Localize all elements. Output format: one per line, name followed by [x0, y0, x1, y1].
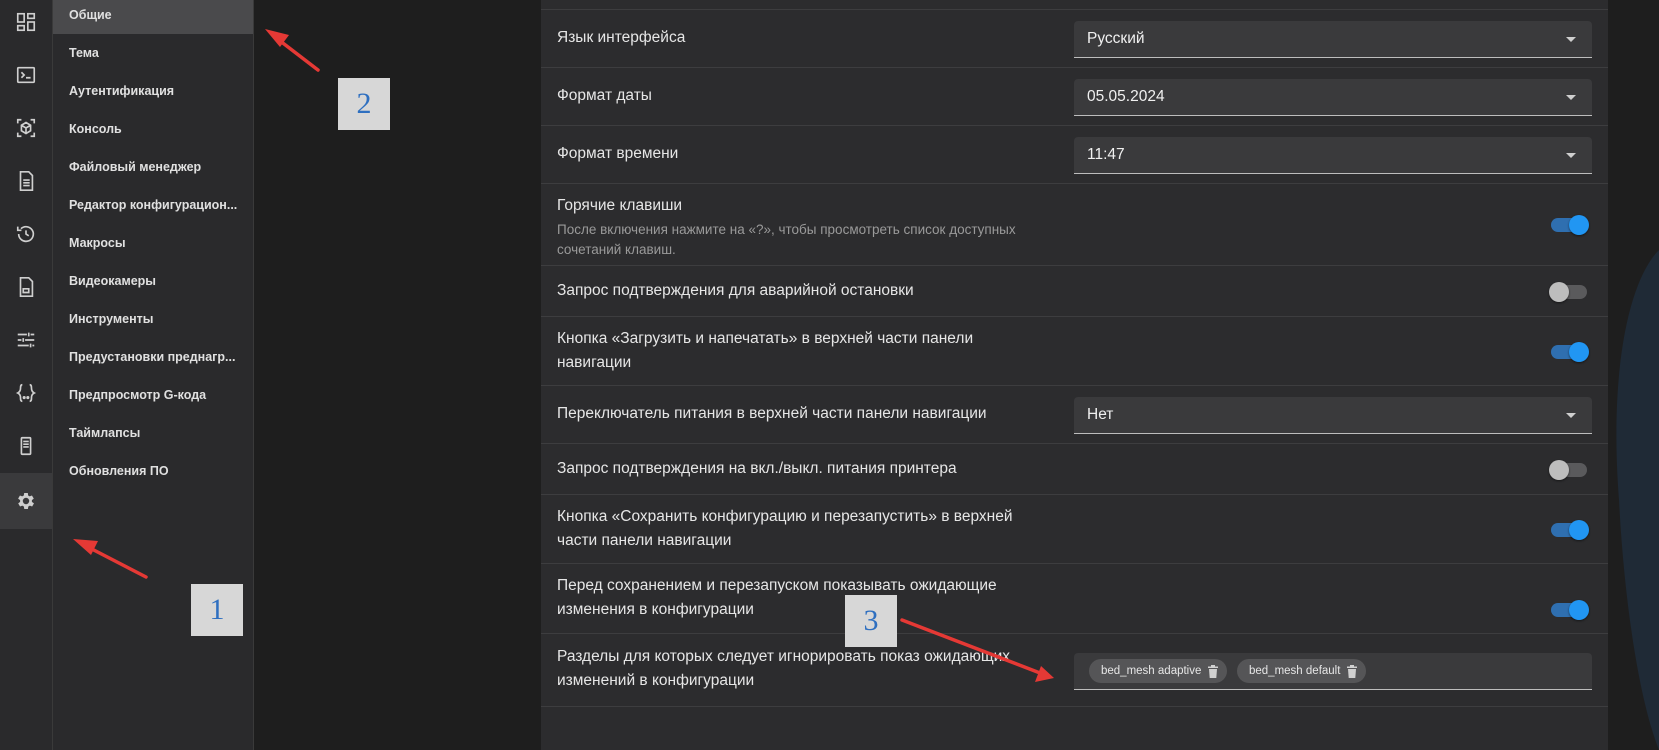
subnav-item-gcode-viewer[interactable]: Предпросмотр G-кода	[53, 376, 253, 414]
ignore-sections-input[interactable]: bed_mesh adaptive bed_mesh default	[1074, 653, 1592, 690]
trash-icon[interactable]	[1207, 664, 1219, 678]
settings-row-power-confirm: Запрос подтверждения на вкл./выкл. питан…	[541, 444, 1608, 495]
general-settings-panel: Язык интерфейса Русский Формат даты 05.0…	[541, 0, 1608, 750]
subnav-item-label: Видеокамеры	[69, 274, 156, 288]
settings-row-pending-changes: Перед сохранением и перезапуском показыв…	[541, 564, 1608, 634]
subnav-item-file-manager[interactable]: Файловый менеджер	[53, 148, 253, 186]
power-switch-select[interactable]: Нет	[1074, 397, 1592, 434]
cube-icon[interactable]	[0, 100, 52, 156]
gear-icon[interactable]	[0, 473, 52, 529]
row-label: Горячие клавиши	[557, 197, 683, 214]
chip-label: bed_mesh default	[1249, 665, 1341, 677]
date-format-select[interactable]: 05.05.2024	[1074, 79, 1592, 116]
language-select[interactable]: Русский	[1074, 21, 1592, 58]
row-label: Запрос подтверждения для аварийной остан…	[557, 282, 914, 299]
select-value: Русский	[1087, 30, 1145, 47]
sliders-icon[interactable]	[0, 312, 52, 368]
settings-row-hotkeys: Горячие клавиши После включения нажмите …	[541, 184, 1608, 266]
save-restart-toggle[interactable]	[1549, 518, 1589, 542]
subnav-item-general[interactable]: Общие	[53, 0, 253, 34]
subnav-item-label: Общие	[69, 8, 112, 22]
settings-row-upload-print: Кнопка «Загрузить и напечатать» в верхне…	[541, 317, 1608, 386]
subnav-item-theme[interactable]: Тема	[53, 34, 253, 72]
subnav-item-label: Макросы	[69, 236, 126, 250]
select-value: Нет	[1087, 406, 1114, 423]
row-label: Разделы для которых следует игнорировать…	[557, 648, 1011, 689]
braces-icon[interactable]	[0, 365, 52, 421]
row-label: Формат даты	[557, 87, 652, 104]
background-decoration	[1616, 250, 1659, 750]
subnav-item-timelapse[interactable]: Таймлапсы	[53, 414, 253, 452]
settings-row-time-format: Формат времени 11:47	[541, 126, 1608, 184]
row-label: Запрос подтверждения на вкл./выкл. питан…	[557, 460, 957, 477]
subnav-item-presets[interactable]: Предустановки преднагр...	[53, 338, 253, 376]
annotation-marker-2: 2	[338, 78, 390, 130]
subnav-item-console[interactable]: Консоль	[53, 110, 253, 148]
time-format-select[interactable]: 11:47	[1074, 137, 1592, 174]
row-label-block: Горячие клавиши После включения нажмите …	[557, 194, 1047, 260]
subnav-item-label: Консоль	[69, 122, 122, 136]
subnav-item-label: Аутентификация	[69, 84, 175, 98]
subnav-item-auth[interactable]: Аутентификация	[53, 72, 253, 110]
chip-label: bed_mesh adaptive	[1101, 665, 1202, 677]
subnav-item-label: Файловый менеджер	[69, 160, 202, 174]
estop-confirm-toggle[interactable]	[1549, 280, 1589, 304]
subnav-item-tools[interactable]: Инструменты	[53, 300, 253, 338]
dashboard-icon[interactable]	[0, 0, 52, 50]
select-value: 05.05.2024	[1087, 88, 1165, 105]
subnav-item-label: Тема	[69, 46, 99, 60]
row-label: Кнопка «Сохранить конфигурацию и перезап…	[557, 508, 1013, 549]
settings-row-date-format: Формат даты 05.05.2024	[541, 68, 1608, 126]
subnav-item-label: Таймлапсы	[69, 426, 141, 440]
subnav-item-webcams[interactable]: Видеокамеры	[53, 262, 253, 300]
row-label: Перед сохранением и перезапуском показыв…	[557, 577, 997, 618]
row-label: Кнопка «Загрузить и напечатать» в верхне…	[557, 330, 974, 371]
history-icon[interactable]	[0, 206, 52, 262]
file-list-icon[interactable]	[0, 153, 52, 209]
trash-icon[interactable]	[1346, 664, 1358, 678]
subnav-item-label: Предпросмотр G-кода	[69, 388, 207, 402]
caret-down-icon	[1566, 153, 1576, 158]
select-value: 11:47	[1087, 146, 1125, 163]
pending-changes-toggle[interactable]	[1549, 598, 1589, 622]
subnav-item-label: Предустановки преднагр...	[69, 350, 236, 364]
row-description: После включения нажмите на «?», чтобы пр…	[557, 222, 1016, 257]
subnav-item-updates[interactable]: Обновления ПО	[53, 452, 253, 490]
settings-row-language: Язык интерфейса Русский	[541, 10, 1608, 68]
subnav-item-label: Обновления ПО	[69, 464, 169, 478]
row-label: Переключатель питания в верхней части па…	[557, 405, 987, 422]
annotation-marker-1: 1	[191, 584, 243, 636]
row-label: Язык интерфейса	[557, 29, 686, 46]
settings-row-estop-confirm: Запрос подтверждения для аварийной остан…	[541, 266, 1608, 317]
file-gcode-icon[interactable]	[0, 259, 52, 315]
settings-row-save-restart: Кнопка «Сохранить конфигурацию и перезап…	[541, 495, 1608, 564]
section-chip[interactable]: bed_mesh default	[1237, 659, 1367, 683]
power-confirm-toggle[interactable]	[1549, 458, 1589, 482]
subnav-item-config-editor[interactable]: Редактор конфигурацион...	[53, 186, 253, 224]
caret-down-icon	[1566, 95, 1576, 100]
console-icon[interactable]	[0, 47, 52, 103]
subnav-item-label: Инструменты	[69, 312, 154, 326]
icon-rail	[0, 0, 53, 750]
subnav-item-label: Редактор конфигурацион...	[69, 198, 238, 212]
annotation-marker-3: 3	[845, 595, 897, 647]
settings-row-top	[541, 0, 1608, 10]
settings-row-ignore-sections: Разделы для которых следует игнорировать…	[541, 634, 1608, 707]
settings-row-power-switch: Переключатель питания в верхней части па…	[541, 386, 1608, 444]
subnav-item-macros[interactable]: Макросы	[53, 224, 253, 262]
caret-down-icon	[1566, 37, 1576, 42]
caret-down-icon	[1566, 413, 1576, 418]
upload-print-toggle[interactable]	[1549, 340, 1589, 364]
device-icon[interactable]	[0, 418, 52, 474]
section-chip[interactable]: bed_mesh adaptive	[1089, 659, 1228, 683]
row-label: Формат времени	[557, 145, 679, 162]
settings-subnav: Общие Тема Аутентификация Консоль Файлов…	[53, 0, 254, 750]
hotkeys-toggle[interactable]	[1549, 213, 1589, 237]
